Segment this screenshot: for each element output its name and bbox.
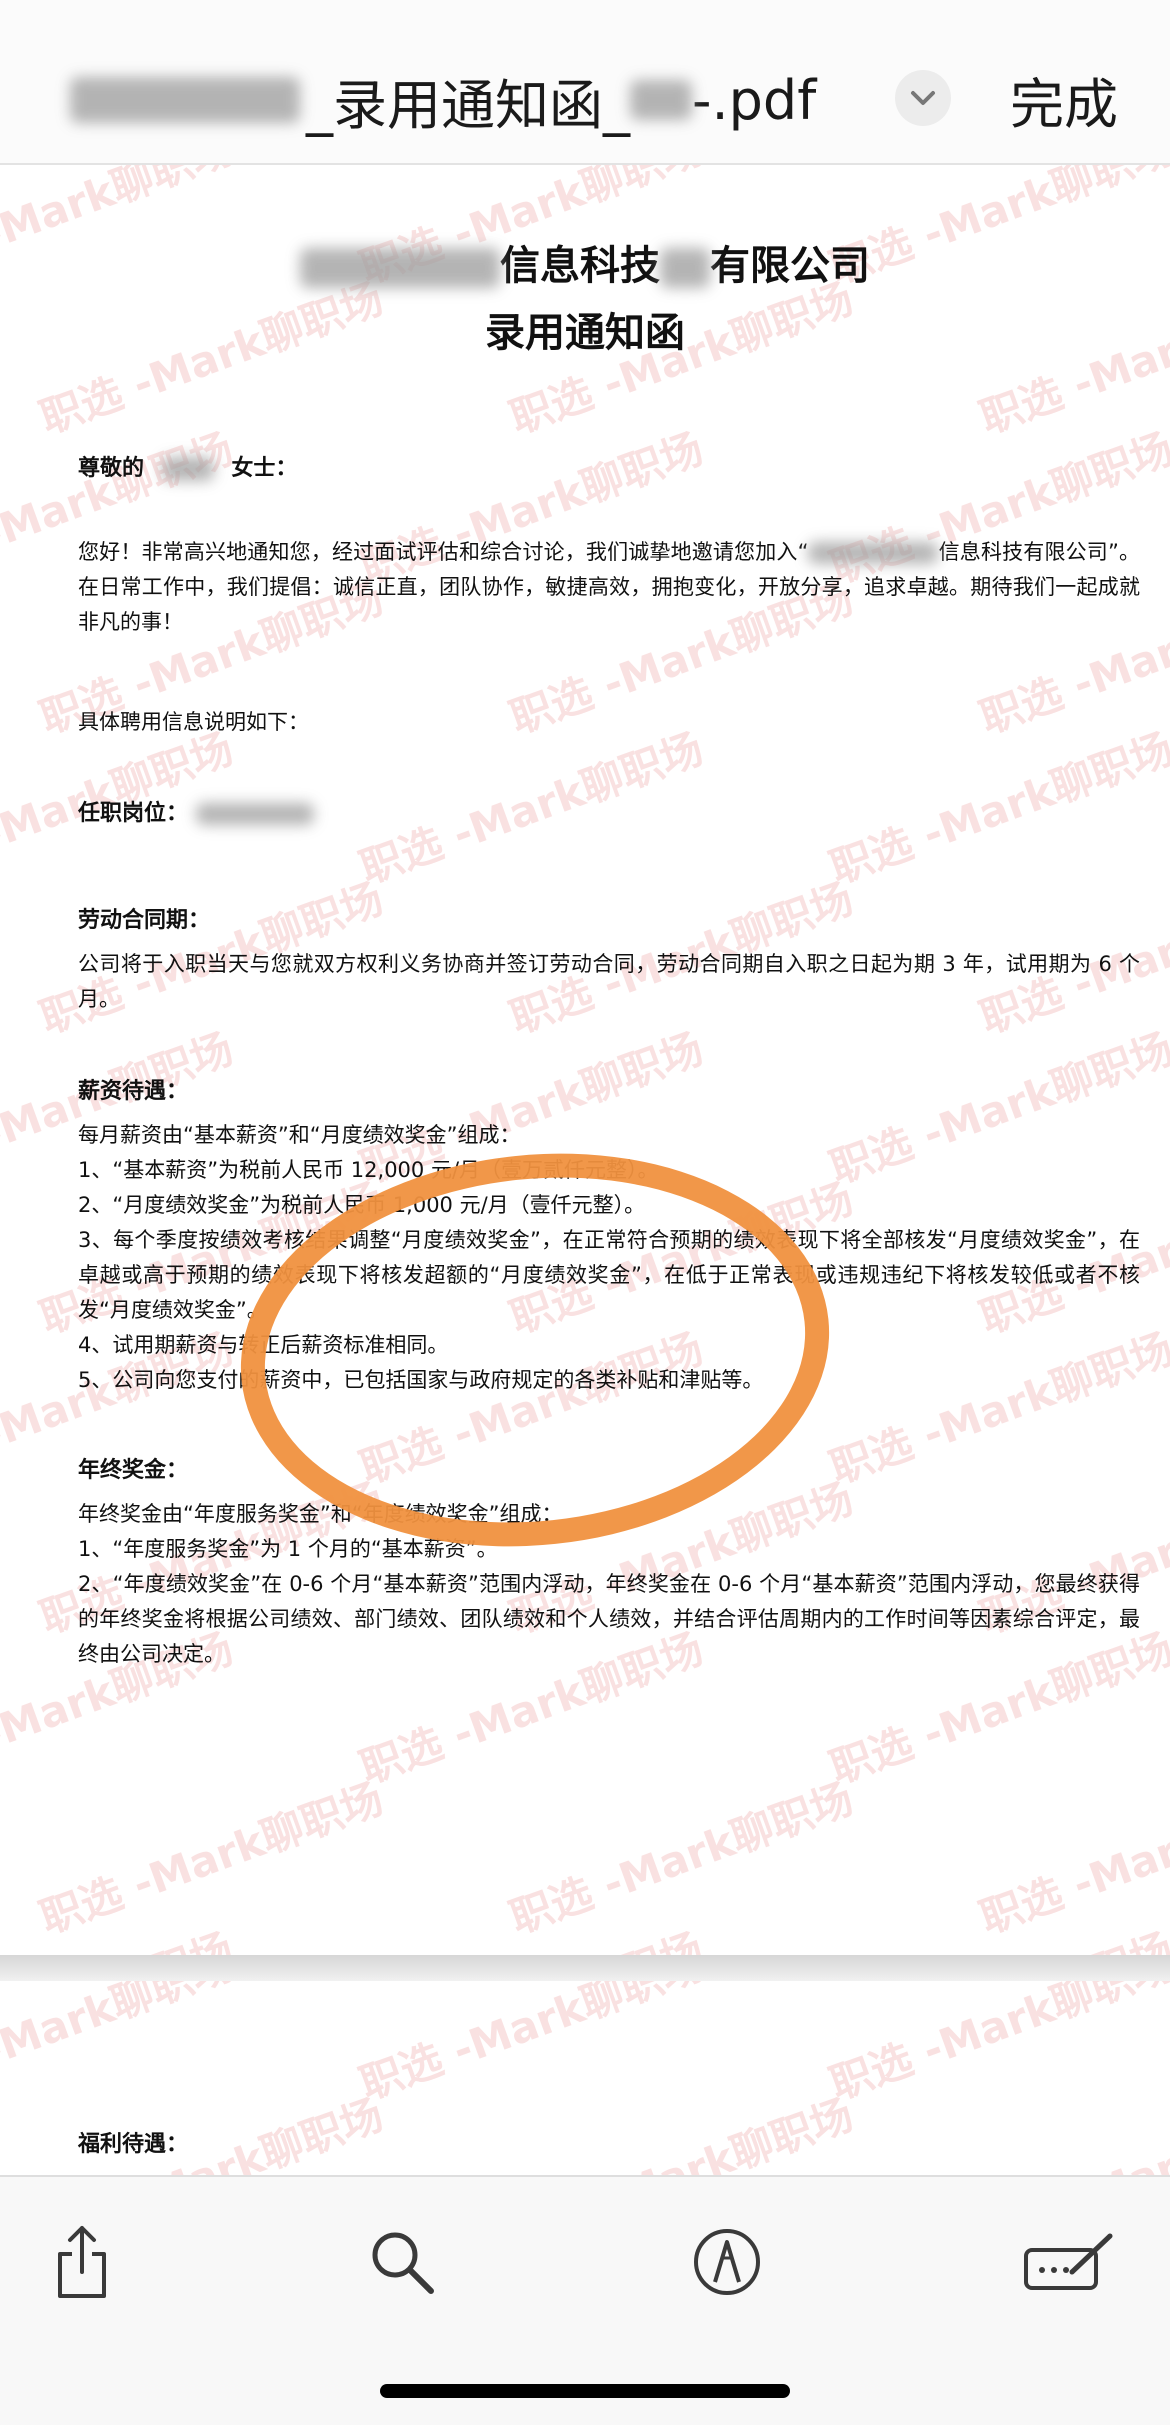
redacted-company-part: [808, 542, 939, 564]
top-navigation-bar: _录用通知函_ -.pdf 完成: [0, 0, 1170, 165]
letter-title: 录用通知函: [485, 310, 685, 356]
salary-heading: 薪资待遇：: [78, 1079, 189, 1104]
watermark-text: 职选 -Mark聊职场: [823, 1981, 1170, 2110]
redacted-company-part: [660, 248, 710, 288]
watermark-text: 职选 -Mark聊职场: [0, 1981, 240, 2109]
signature-icon: [1024, 2233, 1113, 2290]
page-content: 信息科技 有限公司 录用通知函 尊敬的 女士： 您好！非常高兴地通知您，经过面试评…: [0, 165, 1170, 1955]
bonus-line: 1、“年度服务奖金”为 1 个月的“基本薪资”。: [78, 1537, 498, 1561]
intro-paragraph: 您好！非常高兴地通知您，经过面试评估和综合讨论，我们诚挚地邀请您加入“ 信息科技有…: [78, 540, 1140, 634]
salary-item-3: 3、每个季度按绩效考核结果调整“月度绩效奖金”，在正常符合预期的绩效表现下将全部…: [78, 1228, 1140, 1322]
search-button[interactable]: [362, 2222, 442, 2302]
title-menu-button[interactable]: [895, 70, 951, 126]
chevron-down-icon: [911, 91, 935, 105]
share-button[interactable]: [42, 2222, 122, 2302]
redacted-name: [161, 457, 214, 481]
salary-line: 每月薪资由“基本薪资”和“月度绩效奖金”组成：: [78, 1123, 521, 1147]
salutation: 尊敬的 女士：: [78, 456, 298, 481]
position-label: 任职岗位：: [78, 795, 314, 827]
benefits-heading: 福利待遇：: [78, 2132, 189, 2157]
salary-line: 5、公司向您支付的薪资中，已包括国家与政府规定的各类补贴和津贴等。: [78, 1368, 764, 1392]
bonus-item-2: 2、“年度绩效奖金”在 0-6 个月“基本薪资”范围内浮动，年终奖金在 0-6 …: [78, 1572, 1140, 1666]
home-indicator[interactable]: [380, 2384, 790, 2398]
done-button[interactable]: 完成: [1010, 60, 1118, 139]
watermark-text: 职选 -Mark聊职场: [353, 1981, 710, 2110]
salary-line: 4、试用期薪资与转正后薪资标准相同。: [78, 1333, 449, 1357]
contract-paragraph: 公司将于入职当天与您就双方权利义务协商并签订劳动合同，劳动合同期自入职之日起为期…: [78, 952, 1140, 1011]
redacted-title-part: [70, 77, 300, 123]
title-extension: -.pdf: [692, 68, 817, 132]
salary-line: 1、“基本薪资”为税前人民币 12,000 元/月（壹万贰仟元整）。: [78, 1158, 659, 1182]
redacted-company-part: [300, 248, 500, 288]
document-title[interactable]: _录用通知函_ -.pdf: [70, 60, 816, 140]
share-icon: [58, 2226, 106, 2298]
watermark-text: 职选 -Mark聊职场: [974, 2089, 1170, 2175]
bonus-line: 年终奖金由“年度服务奖金”和“年度绩效奖金”组成：: [78, 1502, 563, 1526]
markup-icon: [694, 2229, 760, 2295]
contract-heading: 劳动合同期：: [78, 908, 211, 933]
watermark-text: 职选 -Mark聊职场: [503, 2089, 860, 2175]
redacted-position: [195, 803, 314, 825]
details-intro: 具体聘用信息说明如下：: [78, 710, 309, 734]
title-text: _录用通知函_: [306, 73, 630, 137]
pdf-page-2: 职选 -Mark聊职场职选 -Mark聊职场职选 -Mark聊职场职选 -Mar…: [0, 1981, 1170, 2175]
page-separator: [0, 1955, 1170, 1981]
search-icon: [372, 2232, 434, 2294]
redacted-title-part: [630, 80, 692, 120]
pdf-page-1: 职选 -Mark聊职场职选 -Mark聊职场职选 -Mark聊职场职选 -Mar…: [0, 165, 1170, 1955]
company-name: 信息科技 有限公司: [0, 233, 1170, 291]
signature-button[interactable]: [1020, 2222, 1120, 2302]
salary-line: 2、“月度绩效奖金”为税前人民币 1,000 元/月（壹仟元整）。: [78, 1193, 646, 1217]
markup-button[interactable]: [687, 2222, 767, 2302]
bonus-heading: 年终奖金：: [78, 1458, 189, 1483]
